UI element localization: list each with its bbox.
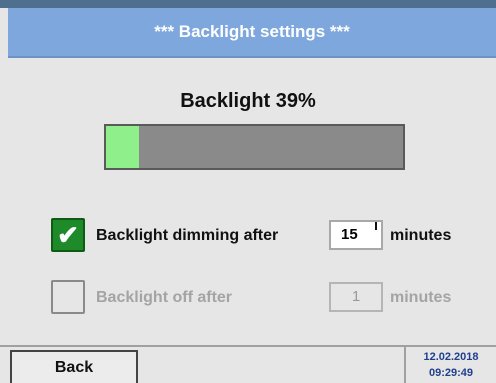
backlight-level-fill [106,126,139,168]
dimming-unit-label: minutes [390,227,452,244]
dimming-minutes-input[interactable]: 15 [329,220,383,250]
dimming-label: Backlight dimming after [96,227,279,244]
checkmark-icon: ✔ [57,220,79,250]
backlight-level-slider[interactable] [104,124,405,170]
off-label: Backlight off after [96,289,233,306]
off-unit-label: minutes [390,289,452,306]
text-cursor [375,222,377,230]
backlight-settings-screen: *** Backlight settings *** Backlight 39%… [0,0,496,383]
off-checkbox[interactable] [51,280,85,314]
date-text: 12.02.2018 [423,351,479,363]
dimming-minutes-value: 15 [341,226,358,243]
window-title: *** Backlight settings *** [154,22,350,41]
back-button[interactable]: Back [10,350,138,383]
top-border [0,0,496,8]
title-bar: *** Backlight settings *** [8,8,496,58]
datetime-display: 12.02.2018 09:29:49 [408,349,494,381]
footer-divider [0,345,496,347]
footer-separator [404,347,406,383]
time-text: 09:29:49 [428,367,474,379]
backlight-level-label: Backlight 39% [180,90,316,112]
off-minutes-value: 1 [351,288,361,305]
dimming-checkbox[interactable]: ✔ [51,218,85,252]
off-minutes-input[interactable]: 1 [329,282,383,312]
